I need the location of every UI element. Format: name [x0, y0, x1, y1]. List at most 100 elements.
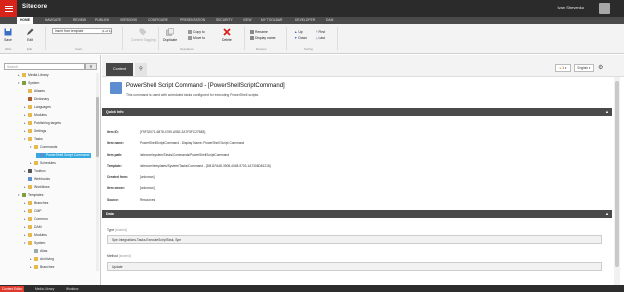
- tree-item-aliases[interactable]: Aliases: [24, 89, 45, 94]
- rename-button[interactable]: Rename: [250, 30, 268, 35]
- tab-configure[interactable]: CONFIGURE: [145, 17, 171, 24]
- copy-to-button[interactable]: Copy to: [188, 30, 205, 35]
- quick-info-title: Quick Info: [106, 110, 124, 114]
- tab-versions[interactable]: VERSIONS: [117, 17, 140, 24]
- language-value: English: [577, 66, 588, 70]
- duplicate-button[interactable]: Duplicate: [163, 28, 177, 42]
- tree-item-label: Branches: [40, 265, 55, 269]
- tab-publish[interactable]: PUBLISH: [92, 17, 112, 24]
- quick-info-value[interactable]: {F5F32071-6878-4769-A982-2A7F5FC27B83}: [140, 130, 205, 134]
- tab-my-toolbar[interactable]: MY TOOLBAR: [258, 17, 285, 24]
- type-field[interactable]: Spe.Integrations.Tasks.ExecuteScriptTask…: [107, 235, 602, 244]
- up-button[interactable]: ▲ Up: [294, 30, 303, 34]
- tab-workbox[interactable]: Workbox: [64, 286, 81, 292]
- quick-info-value: [unknown]: [140, 175, 155, 179]
- data-section-header[interactable]: Data ▲: [102, 210, 612, 218]
- quick-info-value: PowerShellScriptCommand - Display Name: …: [140, 141, 245, 145]
- scrollbar-thumb[interactable]: [615, 81, 619, 267]
- tree-item-publishing-targets[interactable]: ▸ Publishing targets: [24, 121, 61, 126]
- language-selector[interactable]: English ▾: [574, 64, 594, 72]
- first-button[interactable]: ⤒ First: [316, 30, 325, 34]
- tree-item-dam[interactable]: ▸ DAM: [24, 225, 42, 230]
- tree-item-common[interactable]: ▸ Common: [24, 217, 48, 222]
- folder-icon: [22, 193, 26, 197]
- tree-item-commands[interactable]: ▾ Commands: [30, 145, 57, 150]
- content-tagging-button[interactable]: Content Tagging: [131, 28, 156, 42]
- tree-item-schedules[interactable]: ▸ Schedules: [30, 161, 56, 166]
- app-title[interactable]: Sitecore: [22, 4, 47, 10]
- user-name[interactable]: Ivan Shevenko: [558, 5, 584, 10]
- tab-content[interactable]: Content: [106, 63, 133, 76]
- delete-button[interactable]: Delete: [222, 28, 232, 42]
- tree-item-alias[interactable]: Alias: [30, 249, 47, 254]
- down-button[interactable]: ▼ Down: [294, 36, 307, 40]
- tree-item-label: Tasks: [34, 137, 43, 141]
- content-scrollbar[interactable]: [614, 77, 620, 285]
- tab-content-editor[interactable]: Content Editor: [0, 286, 25, 292]
- tree-item-system[interactable]: ▾ System: [18, 81, 39, 86]
- content-tabs: Content ⚲ ■ 1 ▾ English ▾ ⚙: [102, 55, 624, 77]
- quick-info-header[interactable]: Quick Info ▲: [102, 108, 612, 116]
- search-icon: ⚲: [89, 64, 93, 69]
- display-name-icon: [250, 36, 254, 41]
- search-button[interactable]: ⚲: [85, 63, 97, 70]
- tree-item-label: Schedules: [40, 161, 56, 165]
- move-to-button[interactable]: Move to: [188, 36, 205, 41]
- tree-scrollbar[interactable]: [96, 73, 99, 271]
- tab-navigate[interactable]: NAVIGATE: [42, 17, 64, 24]
- collapse-arrow-icon[interactable]: ▲: [605, 108, 609, 116]
- method-label: Method: [107, 254, 118, 258]
- tab-security[interactable]: SECURITY: [213, 17, 236, 24]
- tab-presentation[interactable]: PRESENTATION: [177, 17, 208, 24]
- quick-info-key: Item path:: [107, 153, 123, 157]
- avatar[interactable]: [599, 3, 610, 14]
- tree-item-branches[interactable]: ▸ Branches: [24, 201, 48, 206]
- scrollbar-thumb[interactable]: [96, 97, 99, 157]
- display-name-button[interactable]: Display name: [250, 36, 276, 41]
- folder-icon: [28, 105, 32, 109]
- tree-item-languages[interactable]: ▸ Languages: [24, 105, 51, 110]
- tree-item-tasks[interactable]: ▾ Tasks: [24, 137, 43, 142]
- tree-item-workflows[interactable]: ▸ Workflows: [24, 185, 50, 190]
- menu-icon[interactable]: [0, 0, 17, 17]
- folder-icon: [28, 121, 32, 125]
- folder-icon: [22, 73, 26, 77]
- folder-icon: [28, 225, 32, 229]
- command-icon: [40, 153, 44, 157]
- tree-item-templates[interactable]: ▾ Templates: [18, 193, 43, 198]
- tree-item-modules-templates[interactable]: ▸ Modules: [24, 233, 47, 238]
- tab-review[interactable]: REVIEW: [70, 17, 89, 24]
- tree-item-toolbox[interactable]: ▸ Toolbox: [24, 169, 46, 174]
- tree-item-settings[interactable]: ▸ Settings: [24, 129, 46, 134]
- tab-search[interactable]: ⚲: [135, 63, 147, 76]
- gear-icon[interactable]: ⚙: [598, 64, 606, 72]
- version-selector[interactable]: ■ 1 ▾: [555, 64, 571, 72]
- tree-item-modules[interactable]: ▸ Modules: [24, 113, 47, 118]
- tab-view[interactable]: VIEW: [240, 17, 254, 24]
- search-input[interactable]: Search: [4, 63, 85, 70]
- tree-item-media-library[interactable]: ▸ Media Library: [18, 73, 49, 78]
- collapse-arrow-icon[interactable]: ▲: [605, 210, 609, 218]
- delete-label: Delete: [222, 38, 232, 42]
- tree-item-system-templates[interactable]: ▾ System: [24, 241, 45, 246]
- folder-icon: [28, 129, 32, 133]
- item-title: PowerShell Script Command - [PowerShellS…: [126, 83, 285, 89]
- edit-button[interactable]: Edit: [26, 28, 34, 42]
- tree-item-branches-system[interactable]: ▸ Branches: [30, 265, 54, 270]
- tree-item-dictionary[interactable]: Dictionary: [24, 97, 49, 102]
- last-button[interactable]: ⤓ Last: [316, 36, 325, 40]
- tree-item-powershell-script-command[interactable]: PowerShell Script Command: [36, 153, 92, 158]
- tab-home[interactable]: HOME: [17, 17, 33, 24]
- save-button[interactable]: Save: [4, 28, 12, 42]
- tree-item-cmp[interactable]: ▸ CMP: [24, 209, 42, 214]
- tab-developer[interactable]: DEVELOPER: [292, 17, 318, 24]
- tree-item-label: Archiving: [40, 257, 54, 261]
- quick-info-value[interactable]: /sitecore/templates/System/Tasks/Command…: [140, 164, 271, 168]
- tab-media-library[interactable]: Media Library: [33, 286, 56, 292]
- tab-dam[interactable]: DAM: [323, 17, 336, 24]
- rename-icon: [250, 30, 254, 35]
- method-field[interactable]: Update: [107, 262, 602, 271]
- tree-item-archiving[interactable]: ▸ Archiving: [30, 257, 54, 262]
- tree-item-webhooks[interactable]: Webhooks: [24, 177, 50, 182]
- tree-item-label: Modules: [34, 113, 47, 117]
